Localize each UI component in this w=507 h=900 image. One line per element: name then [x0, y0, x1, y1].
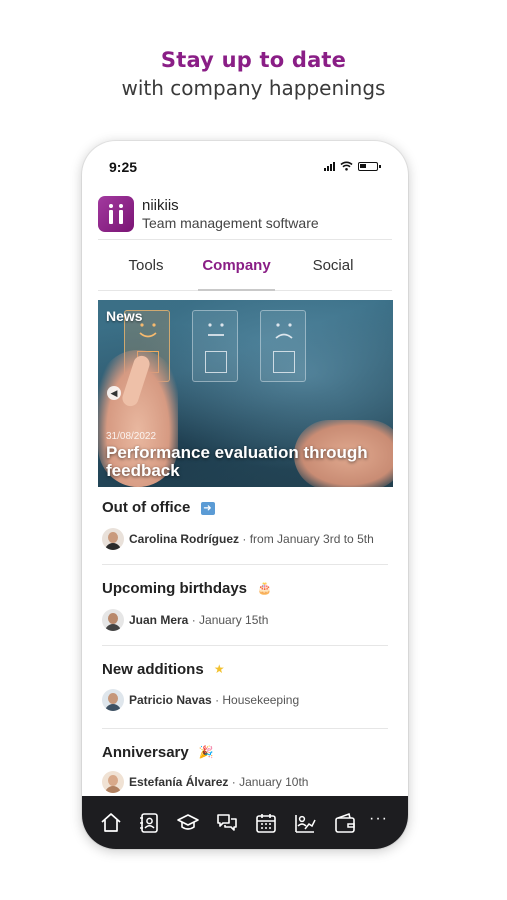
divider — [102, 645, 388, 646]
anniversary-section: Anniversary 🎉 Estefanía Álvarez · Januar… — [102, 742, 388, 793]
chat-icon[interactable] — [215, 811, 239, 835]
tab-company[interactable]: Company — [198, 241, 275, 291]
wifi-icon — [340, 161, 353, 171]
app-logo-icon — [98, 196, 134, 232]
promo-title: Stay up to date — [160, 48, 347, 72]
sad-face-icon — [260, 310, 306, 382]
news-card[interactable]: News ◀ 31/08/2022 Performance evaluation… — [98, 300, 393, 487]
divider — [102, 728, 388, 729]
person-detail: · from January 3rd to 5th — [242, 532, 374, 546]
news-title[interactable]: Performance evaluation through feedback — [106, 444, 386, 480]
signal-icon — [324, 161, 335, 171]
status-time: 9:25 — [109, 159, 138, 175]
home-icon[interactable] — [99, 811, 123, 835]
avatar — [102, 609, 124, 631]
person-detail: · January 15th — [191, 613, 269, 627]
section-title: New additions — [102, 661, 204, 678]
cake-icon: 🎂 — [257, 581, 273, 595]
avatar — [102, 771, 124, 793]
contacts-icon[interactable] — [137, 811, 161, 835]
arrow-right-icon: ➜ — [200, 502, 215, 515]
party-popper-icon: 🎉 — [198, 745, 214, 759]
person-name: Juan Mera — [129, 613, 189, 627]
battery-icon — [358, 161, 381, 171]
promo-headline: Stay up to date with company happenings — [0, 48, 507, 100]
carousel-prev-icon[interactable]: ◀ — [107, 386, 121, 400]
out-of-office-section: Out of office ➜ Carolina Rodríguez · fro… — [102, 498, 388, 550]
app-header: niikiis Team management software — [98, 196, 392, 240]
divider — [102, 564, 388, 565]
graduation-cap-icon[interactable] — [176, 811, 200, 835]
status-bar: 9:25 — [82, 157, 408, 177]
bottom-nav: ··· — [82, 796, 408, 849]
section-title: Upcoming birthdays — [102, 580, 248, 597]
section-title: Out of office — [102, 499, 191, 516]
section-title: Anniversary — [102, 744, 189, 761]
birthdays-section: Upcoming birthdays 🎂 Juan Mera · January… — [102, 578, 388, 631]
more-icon[interactable]: ··· — [369, 810, 388, 828]
person-detail: · Housekeeping — [215, 693, 300, 707]
star-icon: ★ — [213, 662, 225, 676]
tab-social[interactable]: Social — [293, 241, 373, 291]
app-subtitle: Team management software — [142, 215, 319, 231]
analytics-icon[interactable] — [293, 811, 317, 835]
app-name: niikiis — [142, 197, 179, 214]
avatar — [102, 689, 124, 711]
person-name: Estefanía Álvarez — [129, 775, 229, 789]
person-name: Patricio Navas — [129, 693, 212, 707]
wallet-icon[interactable] — [333, 811, 357, 835]
status-icons — [324, 161, 381, 171]
phone-frame: 9:25 niikiis Team management software To… — [82, 141, 408, 849]
news-date: 31/08/2022 — [106, 431, 157, 442]
tab-bar: Tools Company Social — [98, 241, 392, 291]
calendar-icon[interactable] — [254, 811, 278, 835]
new-additions-section: New additions ★ Patricio Navas · Houseke… — [102, 659, 388, 711]
person-detail: · January 10th — [231, 775, 309, 789]
news-label: News — [106, 308, 143, 324]
neutral-face-icon — [192, 310, 238, 382]
avatar — [102, 528, 124, 550]
tab-tools[interactable]: Tools — [106, 241, 186, 291]
person-name: Carolina Rodríguez — [129, 532, 240, 546]
promo-subtitle: with company happenings — [121, 76, 386, 100]
